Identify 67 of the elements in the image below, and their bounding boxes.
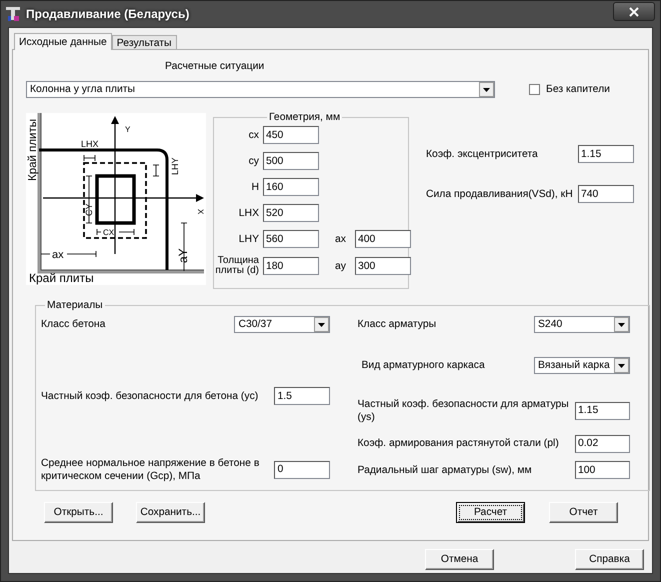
diagram-label: CX [103, 228, 114, 237]
input-field[interactable]: 520 [263, 204, 319, 222]
input-field[interactable]: 0 [274, 460, 330, 478]
input-field[interactable]: 560 [263, 230, 319, 248]
field-label: cy [248, 154, 259, 168]
close-icon [629, 6, 639, 16]
diagram-label: aY [176, 248, 190, 263]
caret-icon [618, 364, 625, 368]
field-label: LHY [238, 232, 259, 246]
window-title: Продавливание (Беларусь) [26, 8, 190, 20]
diagram-label: Y [125, 125, 130, 134]
capital-checkbox[interactable]: Без капители [529, 83, 610, 96]
field-label: Класс арматуры [357, 318, 436, 331]
field-label: Частный коэф. безопасности для бетона (yc) [41, 390, 258, 402]
input-field[interactable]: 400 [355, 230, 411, 248]
field-label: ax [334, 232, 347, 246]
diagram-label: LHY [170, 157, 180, 175]
field-label: Расчетные ситуации [165, 61, 264, 72]
input-field[interactable]: 500 [263, 152, 319, 170]
diagram-label: LHX [81, 139, 99, 149]
input-field[interactable]: 160 [263, 178, 319, 196]
diagram-label: ax [52, 249, 64, 261]
input-field[interactable]: 740 [578, 185, 634, 203]
field-label: cx [248, 128, 259, 142]
field-label: Частный коэф. безопасности для арматуры (ys) [357, 398, 570, 424]
field-label: Сила продавливания(VSd), кН [426, 188, 573, 200]
close-button[interactable] [613, 2, 655, 21]
situation-dropdown[interactable]: Колонна у угла плиты [26, 81, 495, 98]
caret-icon [318, 322, 326, 326]
button[interactable]: Сохранить... [136, 502, 205, 523]
caret-icon [618, 322, 625, 326]
field-label: Класс бетона [41, 318, 106, 331]
input-field[interactable]: 1.15 [578, 145, 634, 163]
button[interactable]: Справка [575, 549, 644, 570]
dropdown[interactable]: Вязаный карка [534, 357, 630, 374]
app-icon [5, 6, 21, 22]
input-field[interactable]: 0.02 [575, 434, 630, 452]
field-label: ay [334, 260, 347, 272]
input-field[interactable]: 1.5 [274, 387, 330, 405]
diagram-label: Край плиты [29, 271, 94, 285]
field-label: Толщина плиты (d) [214, 256, 259, 276]
diagram-label: X [196, 209, 205, 214]
input-field[interactable]: 1.15 [575, 402, 630, 420]
field-label: Коэф. армирования растянутой стали (pl) [357, 437, 559, 450]
field-label: LHX [238, 206, 259, 220]
dropdown[interactable]: C30/37 [234, 316, 330, 333]
input-field[interactable]: 450 [263, 126, 319, 144]
field-label: Радиальный шаг арматуры (sw), мм [357, 464, 532, 476]
field-label: Вид арматурного каркаса [360, 359, 485, 372]
group-title: Материалы [46, 299, 104, 312]
button[interactable]: Открыть... [44, 502, 113, 523]
group-title: Геометрия, мм [268, 111, 342, 124]
dropdown[interactable]: S240 [534, 316, 630, 333]
input-field[interactable]: 100 [575, 461, 630, 479]
diagram-label: CY [84, 203, 94, 216]
field-label: Среднее нормальное напряжение в бетоне в критическом сечении (Gcp), МПа [41, 456, 260, 482]
field-label: Коэф. эксцентриситета [426, 148, 538, 160]
tab[interactable]: Результаты [112, 35, 177, 49]
caret-icon [483, 88, 490, 92]
diagram-label: Край плиты [27, 118, 39, 181]
input-field[interactable]: 300 [355, 257, 411, 275]
tab[interactable]: Исходные данные [14, 33, 112, 50]
button[interactable]: Отчет [549, 502, 618, 523]
button[interactable]: Отмена [425, 549, 494, 570]
input-field[interactable]: 180 [263, 257, 319, 275]
field-label: H [250, 180, 259, 194]
button[interactable]: Расчет [456, 502, 525, 523]
